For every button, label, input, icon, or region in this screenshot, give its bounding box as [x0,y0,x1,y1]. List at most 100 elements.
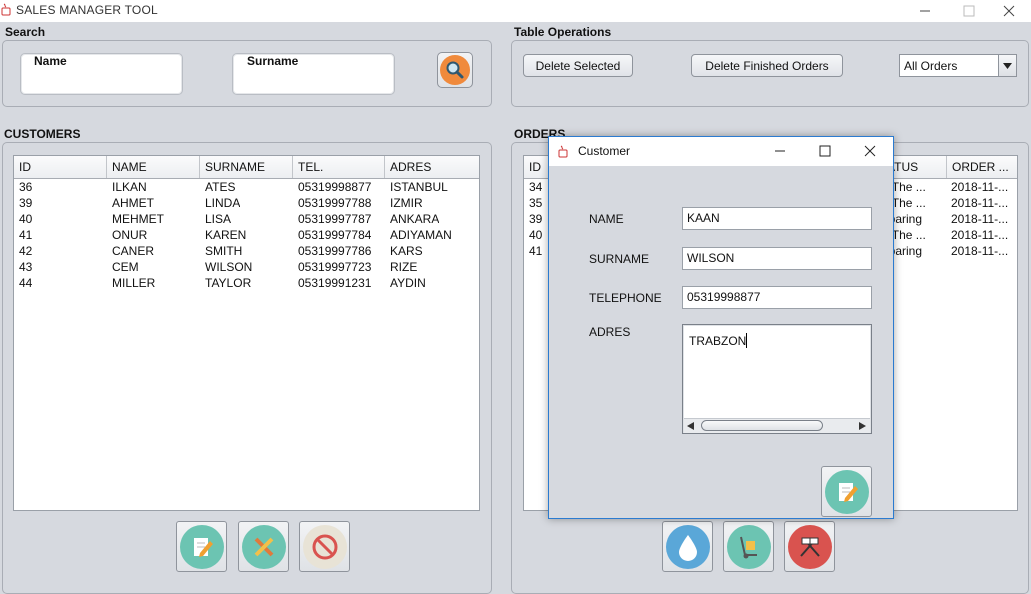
table-cell: 2018-11-... [951,244,1009,258]
maximize-icon[interactable] [814,142,836,160]
customers-title: CUSTOMERS [4,127,81,141]
scroll-right-icon[interactable] [859,422,866,430]
water-drop-icon [665,524,710,569]
name-search-label: Name [34,54,67,68]
table-cell: ISTANBUL [390,180,448,194]
table-cell: ONUR [112,228,148,242]
table-cell: 05319997788 [298,196,372,210]
table-cell: 2018-11-... [951,212,1009,226]
orders-filter-select[interactable]: All Orders [899,54,1017,77]
close-icon[interactable] [859,142,881,160]
telephone-label: TELEPHONE [589,291,662,305]
table-cell: 43 [19,260,33,274]
adres-value: TRABZON [689,334,747,348]
scrollbar-thumb[interactable] [701,420,823,431]
table-cell: 2018-11-... [951,196,1009,210]
table-cell: MILLER [112,276,156,290]
table-cell: 05319997787 [298,212,372,226]
table-cell: MEHMET [112,212,164,226]
text-cursor [746,333,747,348]
edit-customer-button[interactable] [176,521,227,572]
orders-filter-value: All Orders [904,59,958,73]
table-cell: LISA [205,212,232,226]
surname-search-label: Surname [247,54,299,68]
table-cell: KAREN [205,228,247,242]
save-customer-button[interactable] [821,466,872,517]
table-row[interactable]: 42 CANER SMITH 05319997786 KARS [14,243,479,259]
search-group-title: Search [5,25,46,39]
table-cell: ILKAN [112,180,147,194]
table-cell: 2018-11-... [951,180,1009,194]
scroll-left-icon[interactable] [687,422,694,430]
table-row[interactable]: 36 ILKAN ATES 05319998877 ISTANBUL [14,179,479,195]
water-button[interactable] [662,521,713,572]
column-header-tel[interactable]: TEL. [293,156,385,178]
chevron-down-icon[interactable] [998,55,1016,76]
table-cell: 41 [529,244,543,258]
table-cell: 05319991231 [298,276,372,290]
table-row[interactable]: 39 AHMET LINDA 05319997788 IZMIR [14,195,479,211]
table-row[interactable]: 41 ONUR KAREN 05319997784 ADIYAMAN [14,227,479,243]
table-cell: 05319997784 [298,228,372,242]
delete-finished-orders-button[interactable]: Delete Finished Orders [691,54,843,77]
table-cell: LINDA [205,196,241,210]
search-icon [440,55,470,85]
table-cell: 36 [19,180,33,194]
table-cell: 05319997723 [298,260,372,274]
table-cell: TAYLOR [205,276,252,290]
table-cell: ATES [205,180,236,194]
tools-icon [241,524,286,569]
column-header-adres[interactable]: ADRES [385,156,479,178]
table-cell: 05319998877 [298,180,372,194]
deliver-button[interactable] [723,521,774,572]
name-field[interactable]: KAAN [682,207,872,230]
horizontal-scrollbar[interactable] [684,418,870,433]
column-header-id[interactable]: ID [14,156,107,178]
finish-button[interactable] [784,521,835,572]
no-entry-icon [302,524,347,569]
checkered-flag-icon [787,524,832,569]
table-row[interactable]: 43 CEM WILSON 05319997723 RIZE [14,259,479,275]
java-icon [1,3,11,16]
java-icon [558,145,568,158]
table-row[interactable]: 44 MILLER TAYLOR 05319991231 AYDIN [14,275,479,291]
minimize-icon[interactable] [769,142,791,160]
table-row[interactable]: 40 MEHMET LISA 05319997787 ANKARA [14,211,479,227]
tools-customer-button[interactable] [238,521,289,572]
dialog-title: Customer [578,144,631,158]
delete-selected-button[interactable]: Delete Selected [523,54,633,77]
adres-label: ADRES [589,325,631,339]
search-button[interactable] [437,52,473,88]
table-cell: 35 [529,196,543,210]
table-cell: 39 [19,196,33,210]
table-cell: AYDIN [390,276,426,290]
telephone-field[interactable]: 05319998877 [682,286,872,309]
customer-dialog: Customer NAME KAAN SURNAME WILSON TELEPH… [548,136,894,519]
table-cell: 40 [19,212,33,226]
column-header-surname[interactable]: SURNAME [200,156,293,178]
table-cell: 2018-11-... [951,228,1009,242]
column-header-order-date[interactable]: ORDER ... [947,156,1017,178]
minimize-icon[interactable] [903,0,947,22]
delete-customer-button[interactable] [299,521,350,572]
table-cell: SMITH [205,244,243,258]
surname-field[interactable]: WILSON [682,247,872,270]
column-header-name[interactable]: NAME [107,156,200,178]
table-cell: 44 [19,276,33,290]
window-title: SALES MANAGER TOOL [16,3,158,17]
close-icon[interactable] [987,0,1031,22]
surname-label: SURNAME [589,252,650,266]
name-search-field[interactable]: Name [20,53,183,95]
table-operations-title: Table Operations [514,25,612,39]
table-cell: 05319997786 [298,244,372,258]
surname-search-field[interactable]: Surname [232,53,395,95]
table-cell: 42 [19,244,33,258]
dialog-titlebar: Customer [549,137,893,166]
table-cell: ADIYAMAN [390,228,452,242]
adres-textarea[interactable]: TRABZON [682,324,872,434]
table-cell: IZMIR [390,196,423,210]
maximize-icon[interactable] [947,0,991,22]
table-cell: 34 [529,180,543,194]
customers-table[interactable]: ID NAME SURNAME TEL. ADRES 36 ILKAN ATES 05… [13,155,480,511]
table-cell: RIZE [390,260,418,274]
